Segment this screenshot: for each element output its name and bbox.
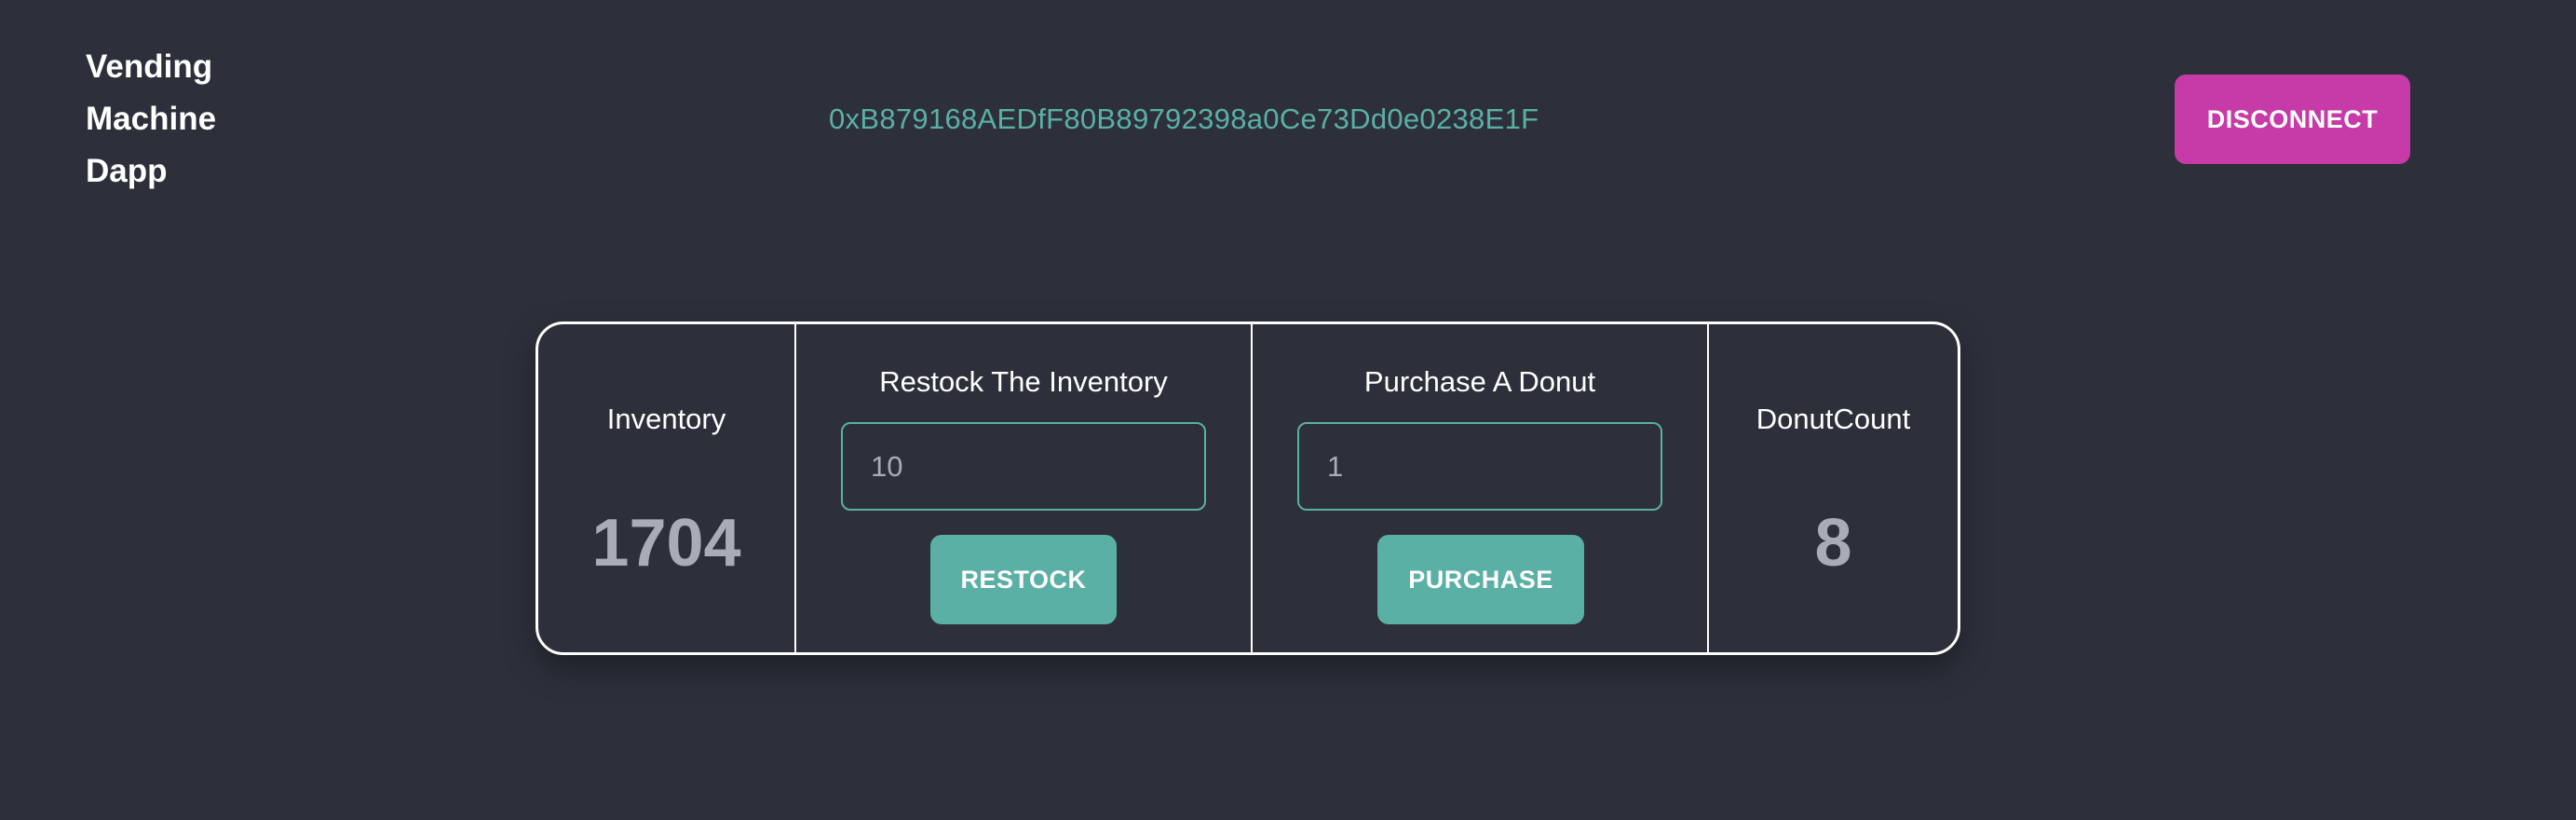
app-brand: Vending Machine Dapp — [86, 41, 272, 198]
restock-button[interactable]: RESTOCK — [930, 535, 1117, 624]
donut-count-label: DonutCount — [1756, 403, 1911, 435]
vending-panel: Inventory 1704 Restock The Inventory RES… — [536, 321, 1960, 655]
inventory-label: Inventory — [606, 403, 726, 435]
restock-amount-input[interactable] — [841, 422, 1206, 511]
brand-line-1: Vending — [86, 48, 213, 85]
restock-title: Restock The Inventory — [879, 365, 1168, 398]
inventory-value: 1704 — [591, 506, 741, 581]
purchase-cell: Purchase A Donut PURCHASE — [1253, 324, 1709, 652]
purchase-amount-input[interactable] — [1297, 422, 1662, 511]
inventory-cell: Inventory 1704 — [538, 324, 796, 652]
wallet-address: 0xB879168AEDfF80B89792398a0Ce73Dd0e0238E… — [829, 102, 1539, 135]
donut-count-value: 8 — [1814, 506, 1852, 581]
donut-count-cell: DonutCount 8 — [1709, 324, 1958, 652]
vending-machine-page: Vending Machine Dapp 0xB879168AEDfF80B89… — [0, 0, 2576, 820]
disconnect-button[interactable]: DISCONNECT — [2175, 75, 2410, 164]
purchase-button[interactable]: PURCHASE — [1377, 535, 1584, 624]
purchase-title: Purchase A Donut — [1363, 365, 1596, 398]
brand-line-3: Dapp — [86, 153, 168, 189]
brand-line-2: Machine — [86, 101, 217, 137]
restock-cell: Restock The Inventory RESTOCK — [796, 324, 1253, 652]
